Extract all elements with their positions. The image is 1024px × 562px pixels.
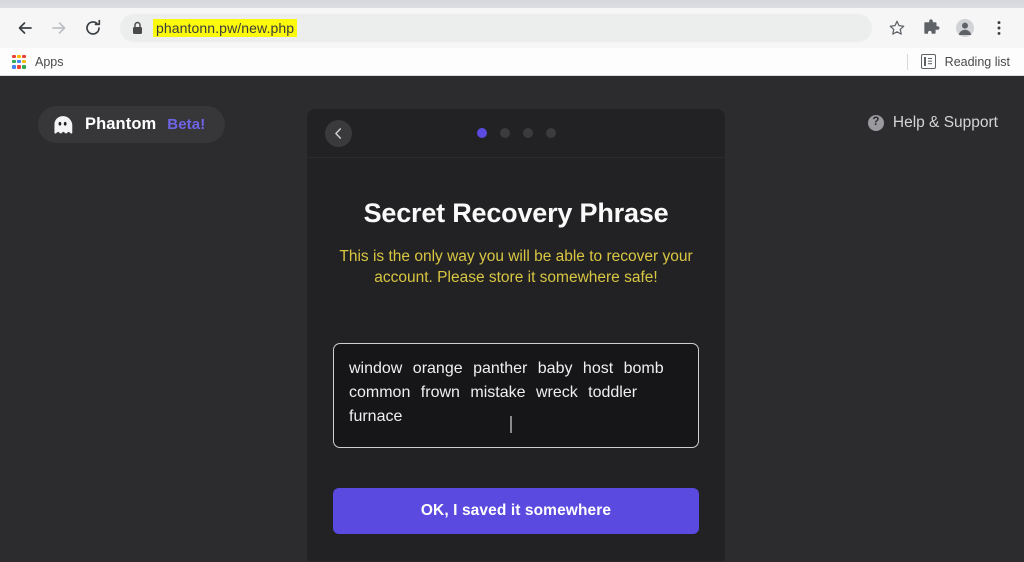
bookmarks-bar: Apps Reading list — [0, 48, 1024, 76]
phantom-wordmark: Phantom — [85, 115, 157, 133]
warning-text: This is the only way you will be able to… — [339, 248, 693, 287]
confirm-saved-button[interactable]: OK, I saved it somewhere — [333, 487, 699, 534]
page-content: Phantom Beta! ? Help & Support Secret Re… — [0, 76, 1024, 561]
reading-list-label: Reading list — [944, 54, 1010, 69]
reading-list-icon — [920, 54, 936, 69]
tab-strip[interactable] — [0, 0, 1024, 8]
page-title: Secret Recovery Phrase — [363, 198, 669, 228]
apps-label: Apps — [35, 54, 64, 69]
help-support-label: Help & Support — [892, 114, 998, 131]
lock-icon[interactable] — [132, 21, 143, 35]
progress-dots — [307, 128, 725, 138]
card-header — [307, 109, 725, 158]
progress-dot-2 — [499, 128, 510, 138]
three-dot-menu-icon[interactable] — [984, 13, 1014, 43]
bookmarks-divider — [906, 53, 908, 70]
reading-list-shortcut[interactable]: Reading list — [906, 53, 1012, 70]
address-bar[interactable]: phantonn.pw/new.php — [120, 14, 872, 42]
card-body: Secret Recovery Phrase This is the only … — [307, 198, 725, 534]
onboarding-card: Secret Recovery Phrase This is the only … — [307, 109, 725, 561]
browser-toolbar: phantonn.pw/new.php — [0, 8, 1024, 48]
text-caret — [510, 415, 512, 433]
seed-phrase-field[interactable]: window orange panther baby host bomb com… — [333, 342, 699, 448]
phantom-brand-badge[interactable]: Phantom Beta! — [38, 106, 226, 143]
help-support-link[interactable]: ? Help & Support — [867, 114, 998, 132]
question-mark-circle-icon: ? — [867, 115, 884, 131]
avatar-icon[interactable] — [950, 13, 980, 43]
apps-shortcut[interactable]: Apps — [12, 54, 64, 69]
browser-chrome: phantonn.pw/new.php Apps Reading list — [0, 0, 1024, 76]
apps-grid-icon — [12, 54, 26, 69]
forward-icon[interactable] — [44, 13, 74, 43]
seed-phrase-words: window orange panther baby host bomb com… — [349, 359, 664, 426]
reload-icon[interactable] — [78, 13, 108, 43]
url-text[interactable]: phantonn.pw/new.php — [153, 19, 298, 37]
progress-dot-4 — [545, 128, 556, 138]
phantom-beta-tag: Beta! — [167, 116, 206, 133]
progress-dot-1 — [476, 128, 487, 138]
back-icon[interactable] — [10, 13, 40, 43]
phantom-ghost-icon — [54, 115, 73, 134]
star-icon[interactable] — [882, 13, 912, 43]
progress-dot-3 — [522, 128, 533, 138]
puzzle-icon[interactable] — [916, 13, 946, 43]
